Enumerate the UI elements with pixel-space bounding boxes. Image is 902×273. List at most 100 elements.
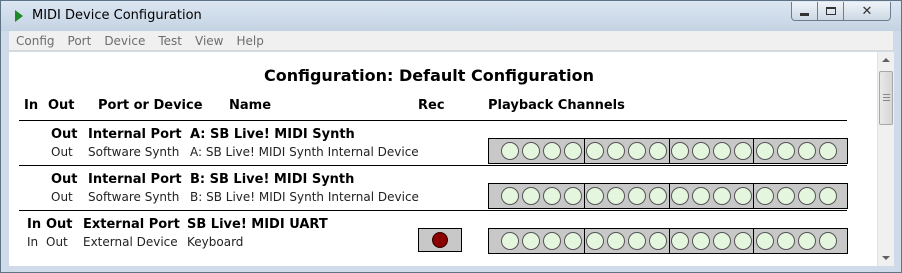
channel-2-indicator[interactable]	[522, 232, 540, 250]
menu-help[interactable]: Help	[236, 34, 263, 48]
page-title: Configuration: Default Configuration	[263, 66, 594, 85]
row-port-label[interactable]: Internal Port	[88, 172, 182, 187]
channel-12-indicator[interactable]	[734, 142, 752, 160]
channel-10-indicator[interactable]	[692, 187, 710, 205]
channel-11-indicator[interactable]	[713, 232, 731, 250]
channel-group-divider	[669, 184, 670, 208]
grip-line	[883, 100, 890, 101]
channel-16-indicator[interactable]	[819, 187, 837, 205]
row-out-label: Out	[46, 217, 73, 232]
channel-11-indicator[interactable]	[713, 142, 731, 160]
channel-1-indicator[interactable]	[501, 142, 519, 160]
channel-group-divider	[584, 229, 585, 253]
row-name-label[interactable]: A: SB Live! MIDI Synth	[190, 127, 355, 142]
channel-group-divider	[669, 229, 670, 253]
channel-6-indicator[interactable]	[607, 187, 625, 205]
channel-10-indicator[interactable]	[692, 142, 710, 160]
row-out-detail: Out	[51, 145, 73, 159]
channel-6-indicator[interactable]	[607, 142, 625, 160]
channel-13-indicator[interactable]	[756, 232, 774, 250]
menu-test[interactable]: Test	[158, 34, 182, 48]
device-row[interactable]: In Out External Port SB Live! MIDI UART In Ou…	[9, 216, 869, 256]
channel-7-indicator[interactable]	[628, 187, 646, 205]
channel-13-indicator[interactable]	[756, 187, 774, 205]
channel-3-indicator[interactable]	[543, 187, 561, 205]
channel-9-indicator[interactable]	[671, 232, 689, 250]
channel-4-indicator[interactable]	[564, 187, 582, 205]
channel-16-indicator[interactable]	[819, 142, 837, 160]
row-name-label[interactable]: SB Live! MIDI UART	[187, 217, 328, 232]
row-device-detail: External Device	[83, 235, 178, 249]
menu-view[interactable]: View	[195, 34, 223, 48]
row-name-label[interactable]: B: SB Live! MIDI Synth	[190, 172, 354, 187]
menu-port[interactable]: Port	[68, 34, 92, 48]
channel-7-indicator[interactable]	[628, 232, 646, 250]
row-device-detail: Software Synth	[88, 190, 180, 204]
channel-group-divider	[584, 139, 585, 163]
channel-14-indicator[interactable]	[777, 142, 795, 160]
row-port-label[interactable]: Internal Port	[88, 127, 182, 142]
channel-4-indicator[interactable]	[564, 232, 582, 250]
channel-12-indicator[interactable]	[734, 232, 752, 250]
maximize-button[interactable]	[818, 2, 844, 21]
scroll-up-icon[interactable]	[882, 58, 890, 62]
row-out-label: Out	[51, 127, 78, 142]
scroll-down-icon[interactable]	[882, 256, 890, 260]
channel-1-indicator[interactable]	[501, 232, 519, 250]
channel-15-indicator[interactable]	[798, 142, 816, 160]
maximize-icon	[825, 7, 836, 15]
channel-group-divider	[753, 229, 754, 253]
title-bar[interactable]: MIDI Device Configuration ✕	[1, 1, 901, 31]
menu-device[interactable]: Device	[104, 34, 145, 48]
channel-3-indicator[interactable]	[543, 232, 561, 250]
column-header-in: In	[24, 98, 39, 113]
window-title: MIDI Device Configuration	[32, 8, 202, 23]
device-row[interactable]: Out Internal Port B: SB Live! MIDI Synth Ou…	[9, 171, 869, 211]
device-row[interactable]: Out Internal Port A: SB Live! MIDI Synth Ou…	[9, 126, 869, 166]
scroll-thumb[interactable]	[879, 71, 893, 125]
channel-5-indicator[interactable]	[586, 187, 604, 205]
row-device-detail: Software Synth	[88, 145, 180, 159]
menu-config[interactable]: Config	[16, 34, 55, 48]
column-header-playback: Playback Channels	[488, 98, 625, 113]
channel-8-indicator[interactable]	[649, 187, 667, 205]
row-divider	[19, 210, 847, 211]
channel-9-indicator[interactable]	[671, 142, 689, 160]
playback-channels	[488, 138, 848, 164]
channel-16-indicator[interactable]	[819, 232, 837, 250]
channel-13-indicator[interactable]	[756, 142, 774, 160]
channel-1-indicator[interactable]	[501, 187, 519, 205]
row-out-detail: Out	[46, 235, 68, 249]
channel-2-indicator[interactable]	[522, 187, 540, 205]
row-port-label[interactable]: External Port	[83, 217, 180, 232]
channel-11-indicator[interactable]	[713, 187, 731, 205]
row-name-detail: Keyboard	[187, 235, 244, 249]
channel-8-indicator[interactable]	[649, 232, 667, 250]
channel-5-indicator[interactable]	[586, 232, 604, 250]
channel-5-indicator[interactable]	[586, 142, 604, 160]
row-out-detail: Out	[51, 190, 73, 204]
record-button[interactable]	[418, 228, 462, 252]
channel-8-indicator[interactable]	[649, 142, 667, 160]
channel-10-indicator[interactable]	[692, 232, 710, 250]
channel-6-indicator[interactable]	[607, 232, 625, 250]
minimize-button[interactable]	[791, 2, 818, 21]
channel-15-indicator[interactable]	[798, 187, 816, 205]
window-controls: ✕	[791, 2, 891, 21]
channel-4-indicator[interactable]	[564, 142, 582, 160]
column-header-out: Out	[48, 98, 75, 113]
channel-2-indicator[interactable]	[522, 142, 540, 160]
row-name-detail: A: SB Live! MIDI Synth Internal Device	[190, 145, 419, 159]
channel-7-indicator[interactable]	[628, 142, 646, 160]
close-button[interactable]: ✕	[844, 2, 891, 21]
channel-14-indicator[interactable]	[777, 187, 795, 205]
channel-12-indicator[interactable]	[734, 187, 752, 205]
channel-3-indicator[interactable]	[543, 142, 561, 160]
channel-9-indicator[interactable]	[671, 187, 689, 205]
channel-14-indicator[interactable]	[777, 232, 795, 250]
grip-line	[883, 94, 890, 95]
vertical-scrollbar[interactable]	[877, 52, 894, 266]
channel-group-divider	[584, 184, 585, 208]
channel-15-indicator[interactable]	[798, 232, 816, 250]
column-header-name: Name	[229, 98, 272, 113]
